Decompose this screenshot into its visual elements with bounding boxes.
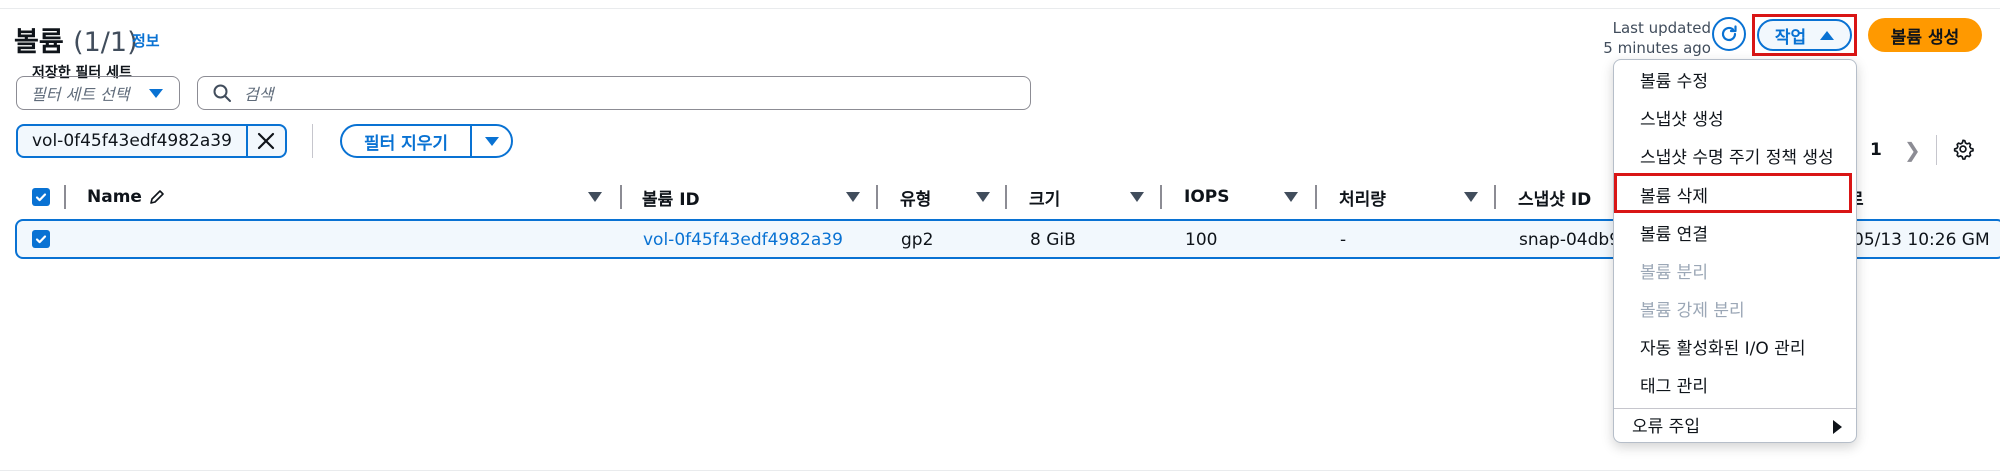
- top-divider: [0, 8, 2000, 9]
- caret-down-icon: [484, 136, 499, 146]
- menu-item-manage-tags[interactable]: 태그 관리: [1640, 372, 1708, 397]
- search-icon: [213, 84, 231, 102]
- sort-icon[interactable]: [846, 192, 860, 202]
- select-all-checkbox[interactable]: [32, 183, 50, 211]
- column-divider: [1315, 185, 1317, 209]
- menu-item-force-detach: 볼륨 강제 분리: [1640, 301, 1745, 321]
- next-page-icon[interactable]: ❯: [1904, 138, 1921, 162]
- column-divider: [1494, 185, 1496, 209]
- caret-up-icon: [1820, 30, 1835, 40]
- column-header-type[interactable]: 유형: [900, 183, 931, 211]
- column-header-size[interactable]: 크기: [1029, 183, 1060, 211]
- page-number[interactable]: 1: [1870, 140, 1882, 160]
- cell-volume-id[interactable]: vol-0f45f43edf4982a39: [643, 230, 843, 250]
- cell-created: 05/13 10:26 GM: [1853, 230, 1990, 250]
- menu-item-modify-volume[interactable]: 볼륨 수정: [1640, 67, 1708, 92]
- column-divider: [620, 185, 622, 209]
- actions-menu: 볼륨 수정 스냅샷 생성 스냅샷 수명 주기 정책 생성 볼륨 삭제 볼륨 연결…: [1613, 59, 1857, 443]
- pager-divider: [1936, 135, 1937, 165]
- column-header-iops[interactable]: IOPS: [1184, 183, 1229, 211]
- cell-iops: 100: [1185, 230, 1218, 250]
- clear-filters-button[interactable]: 필터 지우기: [340, 124, 513, 158]
- menu-item-fault-injection[interactable]: 오류 주입: [1632, 412, 1700, 437]
- edit-icon: [150, 190, 164, 204]
- row-checkbox[interactable]: [32, 230, 50, 248]
- filter-token-value: vol-0f45f43edf4982a39: [32, 131, 232, 151]
- page-title: 볼륨 (1/1): [14, 27, 138, 58]
- last-updated: Last updated 5 minutes ago: [1603, 19, 1711, 57]
- column-header-volume-id[interactable]: 볼륨 ID: [642, 183, 700, 211]
- column-divider: [876, 185, 878, 209]
- column-divider: [1160, 185, 1162, 209]
- sort-icon[interactable]: [1464, 192, 1478, 202]
- create-volume-button[interactable]: 볼륨 생성: [1868, 18, 1982, 52]
- submenu-arrow-icon: [1833, 420, 1842, 434]
- filter-token: vol-0f45f43edf4982a39: [16, 124, 287, 158]
- close-icon: [258, 132, 275, 150]
- checkbox-checked-icon: [32, 188, 50, 206]
- column-divider: [1005, 185, 1007, 209]
- menu-item-detach-volume: 볼륨 분리: [1640, 263, 1708, 283]
- refresh-icon: [1721, 25, 1737, 42]
- menu-item-attach-volume[interactable]: 볼륨 연결: [1640, 220, 1708, 245]
- sort-icon[interactable]: [588, 192, 602, 202]
- menu-item-delete-volume[interactable]: 볼륨 삭제: [1640, 182, 1708, 207]
- sort-icon[interactable]: [1130, 192, 1144, 202]
- cell-type: gp2: [901, 230, 934, 250]
- checkbox-checked-icon: [32, 230, 50, 248]
- actions-button[interactable]: 작업: [1757, 19, 1852, 51]
- menu-item-create-lifecycle-policy[interactable]: 스냅샷 수명 주기 정책 생성: [1640, 143, 1834, 168]
- menu-divider: [1614, 408, 1856, 409]
- filter-divider: [312, 124, 313, 158]
- menu-item-create-snapshot[interactable]: 스냅샷 생성: [1640, 105, 1724, 130]
- column-header-throughput[interactable]: 처리량: [1339, 183, 1386, 211]
- refresh-button[interactable]: [1712, 17, 1746, 51]
- cell-throughput: -: [1340, 230, 1347, 250]
- search-input[interactable]: 검색: [197, 76, 1031, 110]
- info-link[interactable]: 정보: [132, 30, 160, 51]
- sort-icon[interactable]: [976, 192, 990, 202]
- clear-filters-dropdown[interactable]: [470, 126, 511, 156]
- caret-down-icon: [149, 89, 163, 98]
- cell-size: 8 GiB: [1030, 230, 1076, 250]
- saved-filter-select[interactable]: 필터 세트 선택: [16, 76, 180, 110]
- bottom-divider: [0, 470, 2000, 471]
- gear-icon[interactable]: [1952, 138, 1974, 164]
- selection-count: (1/1): [73, 27, 138, 58]
- remove-token-button[interactable]: [245, 126, 285, 156]
- column-header-snapshot-id[interactable]: 스냅샷 ID: [1518, 183, 1591, 211]
- column-header-name[interactable]: Name: [87, 183, 166, 211]
- column-divider: [64, 185, 66, 209]
- menu-item-manage-auto-io[interactable]: 자동 활성화된 I/O 관리: [1640, 334, 1805, 359]
- cell-snapshot-id: snap-04db9: [1519, 230, 1621, 250]
- sort-icon[interactable]: [1284, 192, 1298, 202]
